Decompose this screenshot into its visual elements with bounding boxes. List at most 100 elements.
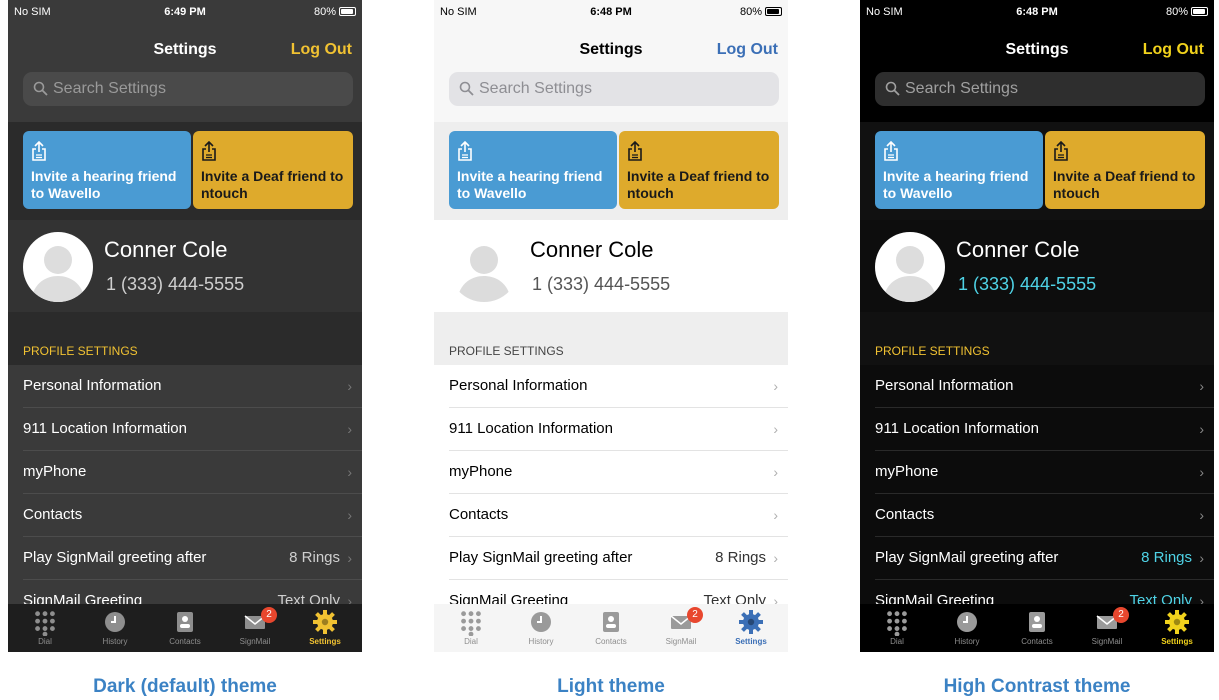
list-item[interactable]: Contacts › [8, 494, 362, 537]
tab-label: SignMail [239, 637, 271, 646]
avatar [23, 232, 93, 302]
tab-signmail[interactable]: 2 SignMail [1072, 604, 1142, 652]
row-label: Personal Information [23, 377, 162, 394]
settings-list: Personal Information › 911 Location Info… [434, 365, 788, 623]
settings-list: Personal Information › 911 Location Info… [8, 365, 362, 623]
list-item[interactable]: Play SignMail greeting after 8 Rings › [860, 537, 1214, 580]
chevron-right-icon: › [1199, 421, 1204, 437]
tab-signmail[interactable]: 2 SignMail [220, 604, 290, 652]
chevron-right-icon: › [347, 378, 352, 394]
settings-icon [1165, 610, 1189, 634]
invite-hearing-button[interactable]: Invite a hearing friend to Wavello [875, 131, 1043, 209]
nav-bar: Settings Log Out [860, 38, 1214, 62]
list-item[interactable]: myPhone › [8, 451, 362, 494]
contacts-icon [1025, 610, 1049, 634]
status-bar: No SIM 6:48 PM 80% [860, 0, 1214, 22]
logout-button[interactable]: Log Out [717, 41, 778, 59]
list-item[interactable]: myPhone › [434, 451, 788, 494]
invite-hearing-button[interactable]: Invite a hearing friend to Wavello [23, 131, 191, 209]
list-item[interactable]: Contacts › [860, 494, 1214, 537]
tab-label: Dial [464, 637, 478, 646]
tab-label: History [102, 637, 128, 646]
section-header: PROFILE SETTINGS [449, 344, 564, 358]
battery-icon [765, 7, 782, 16]
profile-name: Conner Cole [104, 237, 228, 262]
tab-dial[interactable]: Dial [10, 604, 80, 652]
tab-settings[interactable]: Settings [1142, 604, 1212, 652]
avatar [875, 232, 945, 302]
battery-label: 80% [1165, 6, 1188, 18]
unread-badge: 2 [1113, 607, 1129, 623]
row-value: 8 Rings [289, 549, 340, 566]
dial-icon [33, 610, 57, 637]
logout-button[interactable]: Log Out [1143, 41, 1204, 59]
invite-deaf-label: Invite a Deaf friend to ntouch [1053, 168, 1196, 201]
invite-deaf-button[interactable]: Invite a Deaf friend to ntouch [193, 131, 353, 209]
list-item[interactable]: Play SignMail greeting after 8 Rings › [434, 537, 788, 580]
invite-hearing-label: Invite a hearing friend to Wavello [457, 168, 603, 201]
share-icon [31, 140, 47, 161]
chevron-right-icon: › [347, 421, 352, 437]
tab-contacts[interactable]: Contacts [576, 604, 646, 652]
tab-label: Settings [735, 637, 767, 646]
search-icon [459, 81, 474, 96]
list-item[interactable]: 911 Location Information › [434, 408, 788, 451]
nav-bar: Settings Log Out [8, 38, 362, 62]
tab-history[interactable]: History [80, 604, 150, 652]
tab-signmail[interactable]: 2 SignMail [646, 604, 716, 652]
tab-dial[interactable]: Dial [862, 604, 932, 652]
tab-bar: Dial History Contacts 2 SignMail Setting… [434, 604, 788, 652]
tab-history[interactable]: History [932, 604, 1002, 652]
section-header: PROFILE SETTINGS [875, 344, 990, 358]
phone-light: No SIM 6:48 PM 80% Settings Log Out Sear… [434, 0, 788, 652]
tab-contacts[interactable]: Contacts [1002, 604, 1072, 652]
tab-history[interactable]: History [506, 604, 576, 652]
battery-icon [339, 7, 356, 16]
invite-hearing-label: Invite a hearing friend to Wavello [883, 168, 1029, 201]
invite-hearing-button[interactable]: Invite a hearing friend to Wavello [449, 131, 617, 209]
theme-caption: High Contrast theme [943, 676, 1131, 697]
list-item[interactable]: Personal Information › [860, 365, 1214, 408]
chevron-right-icon: › [773, 464, 778, 480]
invite-deaf-button[interactable]: Invite a Deaf friend to ntouch [619, 131, 779, 209]
status-time: 6:49 PM [164, 6, 206, 18]
row-value: 8 Rings [715, 549, 766, 566]
tab-label: Settings [1161, 637, 1193, 646]
logout-button[interactable]: Log Out [291, 41, 352, 59]
list-item[interactable]: 911 Location Information › [860, 408, 1214, 451]
list-item[interactable]: 911 Location Information › [8, 408, 362, 451]
tab-bar: Dial History Contacts 2 SignMail Setting… [8, 604, 362, 652]
share-icon [883, 140, 899, 161]
tab-settings[interactable]: Settings [716, 604, 786, 652]
search-placeholder: Search Settings [479, 80, 592, 97]
dial-icon [459, 610, 483, 637]
battery-label: 80% [313, 6, 336, 18]
invite-hearing-label: Invite a hearing friend to Wavello [31, 168, 177, 201]
list-item[interactable]: Play SignMail greeting after 8 Rings › [8, 537, 362, 580]
tab-label: History [528, 637, 554, 646]
row-label: myPhone [875, 463, 939, 480]
unread-badge: 2 [687, 607, 703, 623]
profile-name: Conner Cole [956, 237, 1080, 262]
search-input[interactable]: Search Settings [449, 72, 779, 106]
status-time: 6:48 PM [590, 6, 632, 18]
row-label: Contacts [449, 506, 509, 523]
settings-list: Personal Information › 911 Location Info… [860, 365, 1214, 623]
invite-deaf-button[interactable]: Invite a Deaf friend to ntouch [1045, 131, 1205, 209]
profile-name: Conner Cole [530, 237, 654, 262]
search-input[interactable]: Search Settings [875, 72, 1205, 106]
row-label: Personal Information [875, 377, 1014, 394]
list-item[interactable]: Personal Information › [8, 365, 362, 408]
section-header: PROFILE SETTINGS [23, 344, 138, 358]
tab-label: SignMail [665, 637, 697, 646]
list-item[interactable]: myPhone › [860, 451, 1214, 494]
tab-dial[interactable]: Dial [436, 604, 506, 652]
list-item[interactable]: Contacts › [434, 494, 788, 537]
tab-settings[interactable]: Settings [290, 604, 360, 652]
tab-label: History [954, 637, 980, 646]
list-item[interactable]: Personal Information › [434, 365, 788, 408]
chevron-right-icon: › [773, 507, 778, 523]
row-label: myPhone [23, 463, 87, 480]
tab-contacts[interactable]: Contacts [150, 604, 220, 652]
search-input[interactable]: Search Settings [23, 72, 353, 106]
